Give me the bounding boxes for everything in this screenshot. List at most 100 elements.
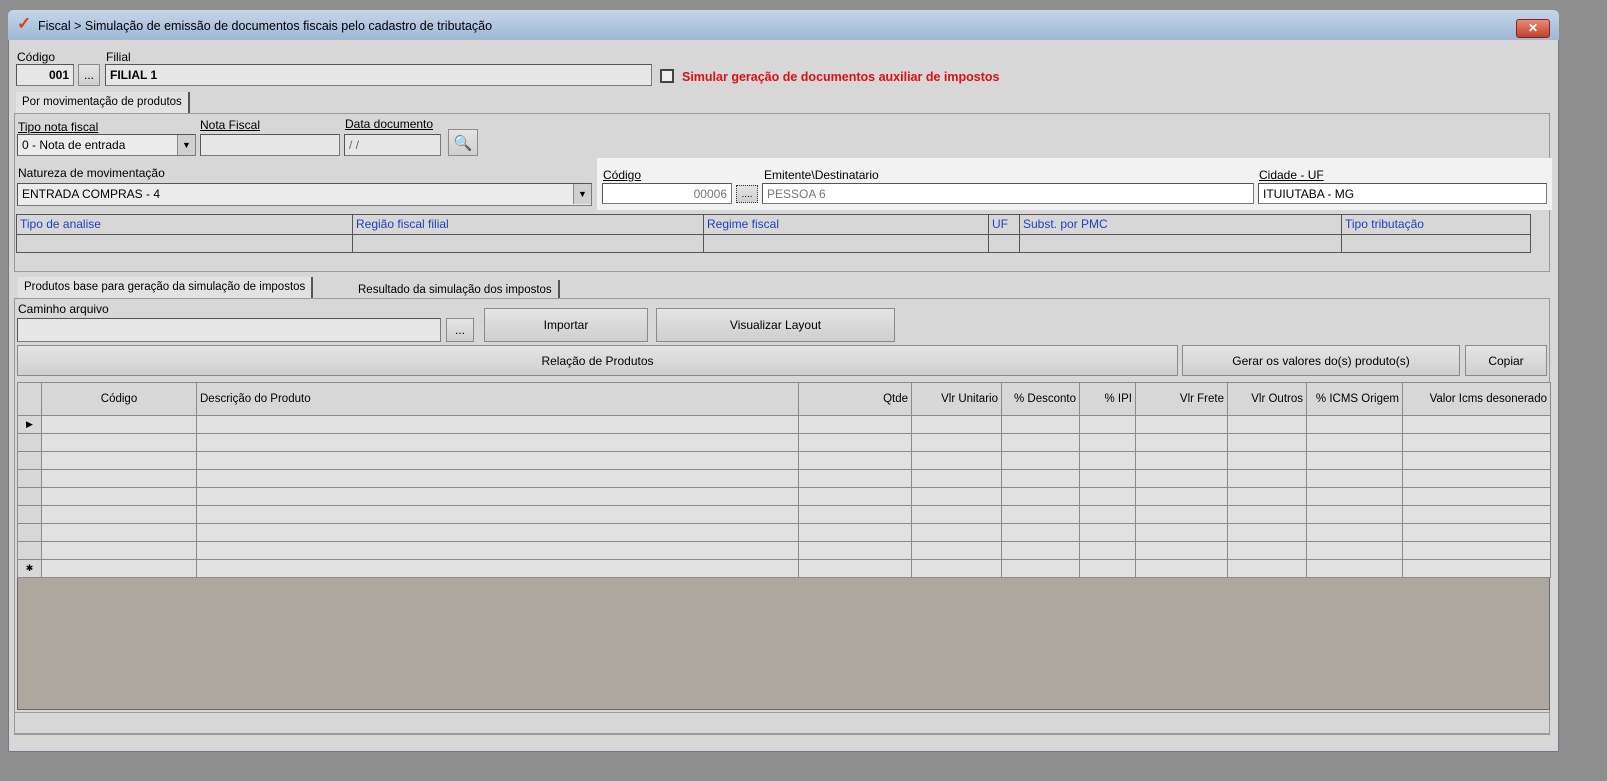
grid-cell[interactable] (1402, 523, 1551, 542)
grid-cell[interactable] (1227, 415, 1307, 434)
grid-cell[interactable] (911, 451, 1002, 470)
grid-cell[interactable] (1402, 433, 1551, 452)
table-row[interactable] (17, 523, 1551, 542)
grid-cell[interactable] (1135, 487, 1228, 506)
grid-cell[interactable] (1227, 451, 1307, 470)
natureza-select[interactable]: ENTRADA COMPRAS - 4 ▼ (17, 183, 592, 206)
cidade-input[interactable]: ITUIUTABA - MG (1258, 183, 1547, 204)
grid-cell[interactable] (1402, 541, 1551, 560)
grid-cell[interactable] (1402, 487, 1551, 506)
grid-cell[interactable] (41, 541, 197, 560)
grid-cell[interactable] (196, 505, 799, 524)
grid-cell[interactable] (1001, 451, 1080, 470)
grid-cell[interactable] (798, 559, 912, 578)
column-header[interactable]: Código (41, 382, 197, 416)
filial-codigo-input[interactable]: 001 (16, 64, 74, 86)
row-indicator[interactable] (17, 505, 42, 524)
grid-cell[interactable] (1079, 415, 1136, 434)
grid-cell[interactable] (1402, 451, 1551, 470)
column-header[interactable]: Vlr Outros (1227, 382, 1307, 416)
grid-cell[interactable] (1135, 559, 1228, 578)
new-row-icon[interactable]: ✱ (17, 559, 42, 578)
column-header[interactable]: Vlr Unitario (911, 382, 1002, 416)
grid-cell[interactable] (1001, 487, 1080, 506)
caminho-input[interactable] (17, 318, 441, 342)
grid-cell[interactable] (1402, 559, 1551, 578)
grid-cell[interactable] (1135, 451, 1228, 470)
copiar-button[interactable]: Copiar (1465, 345, 1547, 376)
grid-cell[interactable] (911, 559, 1002, 578)
row-indicator[interactable] (17, 541, 42, 560)
products-grid[interactable]: Código Descrição do Produto Qtde Vlr Unitar… (17, 382, 1551, 578)
grid-cell[interactable] (41, 505, 197, 524)
grid-cell[interactable] (911, 541, 1002, 560)
grid-cell[interactable] (196, 415, 799, 434)
grid-cell[interactable] (1402, 505, 1551, 524)
table-row[interactable] (17, 469, 1551, 488)
grid-cell[interactable] (1306, 505, 1403, 524)
column-header[interactable]: Vlr Frete (1135, 382, 1228, 416)
grid-cell[interactable] (798, 469, 912, 488)
grid-cell[interactable] (1306, 559, 1403, 578)
emitente-browse-button[interactable]: .... (736, 185, 758, 203)
grid-cell[interactable] (1227, 505, 1307, 524)
grid-cell[interactable] (1306, 487, 1403, 506)
simular-label[interactable]: Simular geração de documentos auxiliar d… (682, 70, 999, 84)
grid-cell[interactable] (196, 559, 799, 578)
grid-cell[interactable] (911, 505, 1002, 524)
grid-cell[interactable] (1135, 469, 1228, 488)
grid-cell[interactable] (1402, 415, 1551, 434)
table-row[interactable] (17, 505, 1551, 524)
grid-cell[interactable] (1001, 415, 1080, 434)
grid-cell[interactable] (1306, 415, 1403, 434)
table-row[interactable] (17, 451, 1551, 470)
grid-cell[interactable] (1001, 523, 1080, 542)
table-row[interactable]: ✱ (17, 559, 1551, 578)
row-indicator[interactable] (17, 433, 42, 452)
grid-cell[interactable] (1079, 451, 1136, 470)
grid-cell[interactable] (41, 415, 197, 434)
column-header[interactable]: Descrição do Produto (196, 382, 799, 416)
grid-cell[interactable] (1135, 505, 1228, 524)
grid-cell[interactable] (1227, 469, 1307, 488)
grid-cell[interactable] (911, 487, 1002, 506)
grid-cell[interactable] (798, 505, 912, 524)
grid-cell[interactable] (1001, 469, 1080, 488)
row-indicator[interactable] (17, 487, 42, 506)
grid-cell[interactable] (1001, 505, 1080, 524)
simular-checkbox[interactable] (660, 69, 674, 83)
grid-cell[interactable] (1227, 487, 1307, 506)
filial-name-input[interactable]: FILIAL 1 (105, 64, 652, 86)
grid-cell[interactable] (911, 415, 1002, 434)
grid-cell[interactable] (1079, 541, 1136, 560)
column-header[interactable]: % IPI (1079, 382, 1136, 416)
caminho-browse-button[interactable]: ... (446, 318, 474, 342)
relacao-produtos-button[interactable]: Relação de Produtos (17, 345, 1178, 376)
grid-cell[interactable] (798, 433, 912, 452)
visualizar-layout-button[interactable]: Visualizar Layout (656, 308, 895, 342)
row-indicator[interactable] (17, 451, 42, 470)
grid-cell[interactable] (1227, 433, 1307, 452)
grid-cell[interactable] (1306, 469, 1403, 488)
grid-cell[interactable] (1079, 487, 1136, 506)
grid-cell[interactable] (911, 469, 1002, 488)
grid-cell[interactable] (1227, 541, 1307, 560)
grid-cell[interactable] (798, 523, 912, 542)
current-row-icon[interactable]: ▶ (17, 415, 42, 434)
grid-cell[interactable] (41, 433, 197, 452)
grid-cell[interactable] (798, 451, 912, 470)
emitente-input[interactable]: PESSOA 6 (762, 183, 1254, 204)
grid-cell[interactable] (1135, 415, 1228, 434)
grid-cell[interactable] (1079, 433, 1136, 452)
grid-cell[interactable] (1079, 469, 1136, 488)
importar-button[interactable]: Importar (484, 308, 648, 342)
search-button[interactable]: 🔍 (448, 129, 478, 156)
grid-cell[interactable] (1227, 523, 1307, 542)
emitente-codigo-input[interactable]: 00006 (602, 183, 732, 204)
chevron-down-icon[interactable]: ▼ (177, 135, 195, 155)
tab-produtos-base[interactable]: Produtos base para geração da simulação … (18, 277, 314, 298)
grid-cell[interactable] (41, 559, 197, 578)
grid-cell[interactable] (41, 487, 197, 506)
grid-cell[interactable] (1402, 469, 1551, 488)
tipo-nota-select[interactable]: 0 - Nota de entrada ▼ (17, 134, 196, 156)
